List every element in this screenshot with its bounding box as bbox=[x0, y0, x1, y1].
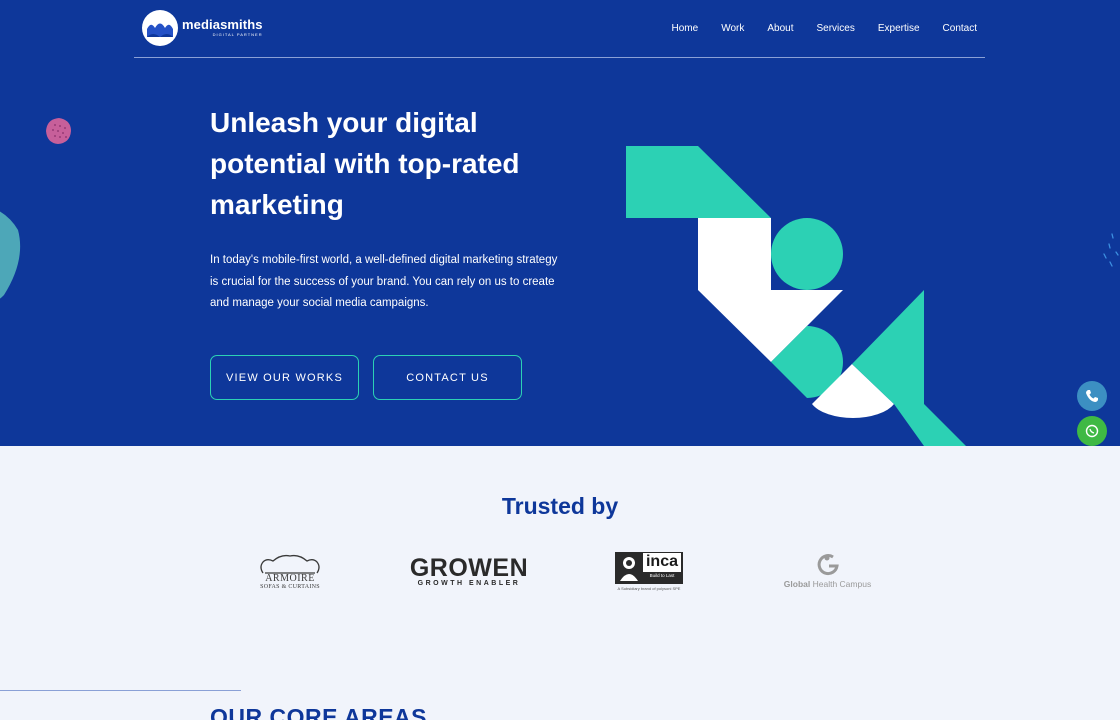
section-divider bbox=[0, 690, 241, 691]
client-logo-inca: inca Build to Last A Subsidiary brand of… bbox=[612, 550, 686, 592]
decor-dots bbox=[1103, 233, 1119, 267]
ghc-g-icon bbox=[817, 553, 839, 575]
nav-contact[interactable]: Contact bbox=[943, 22, 977, 36]
brand-name: mediasmiths bbox=[182, 17, 263, 32]
hero-description: In today's mobile-first world, a well-de… bbox=[210, 254, 558, 309]
inca-sub: A Subsidiary brand of polysoni SPE bbox=[617, 585, 681, 591]
growen-sub: GROWTH ENABLER bbox=[417, 579, 521, 587]
whatsapp-button[interactable] bbox=[1077, 416, 1107, 446]
logo-mark-icon bbox=[142, 10, 178, 46]
main-nav: Home Work About Services Expertise Conta… bbox=[649, 22, 978, 36]
decor-teal-blob bbox=[0, 211, 21, 299]
hero-title: Unleash your digital potential with top-… bbox=[210, 107, 520, 220]
phone-icon bbox=[1086, 390, 1098, 402]
trusted-by-heading: Trusted by bbox=[501, 493, 619, 519]
nav-expertise[interactable]: Expertise bbox=[878, 22, 920, 36]
site-header: mediasmiths DIGITAL PARTNER Home Work Ab… bbox=[134, 0, 985, 58]
inca-build: Build to Last bbox=[649, 572, 675, 578]
view-works-button[interactable]: VIEW OUR WORKS bbox=[210, 355, 359, 400]
growen-name: GROWEN bbox=[409, 553, 529, 582]
armoire-sub: SOFAS & CURTAINS bbox=[260, 583, 320, 590]
nav-about[interactable]: About bbox=[767, 22, 793, 36]
decor-pink-blob bbox=[46, 118, 71, 144]
ghc-name: Global Health Campus bbox=[783, 578, 872, 589]
core-areas-heading: OUR CORE AREAS bbox=[210, 704, 427, 720]
hero-section: mediasmiths DIGITAL PARTNER Home Work Ab… bbox=[0, 0, 1120, 446]
hero-geometric-illustration bbox=[626, 146, 966, 446]
contact-us-button[interactable]: CONTACT US bbox=[373, 355, 522, 400]
inca-emblem-icon bbox=[620, 556, 638, 581]
inca-name: inca bbox=[643, 552, 681, 572]
nav-work[interactable]: Work bbox=[721, 22, 744, 36]
whatsapp-icon bbox=[1085, 424, 1099, 438]
client-logo-global-health-campus: Global Health Campus bbox=[780, 550, 875, 590]
nav-home[interactable]: Home bbox=[672, 22, 699, 36]
phone-button[interactable] bbox=[1077, 381, 1107, 411]
brand-tagline: DIGITAL PARTNER bbox=[212, 32, 263, 37]
sofa-icon bbox=[260, 554, 320, 574]
client-logo-armoire: ARMOIRE SOFAS & CURTAINS bbox=[250, 550, 330, 592]
nav-services[interactable]: Services bbox=[816, 22, 854, 36]
armoire-name: ARMOIRE bbox=[265, 572, 315, 584]
brand-logo[interactable]: mediasmiths DIGITAL PARTNER bbox=[142, 10, 263, 46]
client-logo-growen: GROWEN GROWTH ENABLER bbox=[408, 553, 530, 589]
